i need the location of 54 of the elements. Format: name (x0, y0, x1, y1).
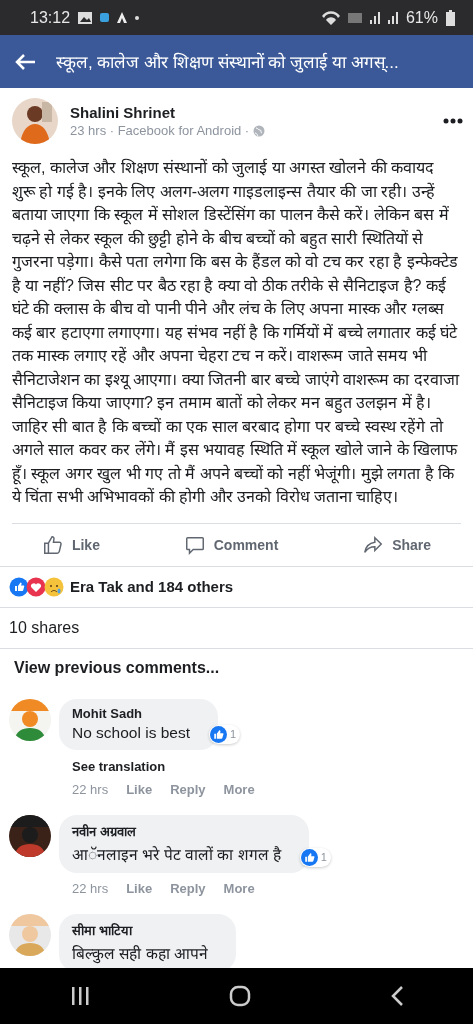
reaction-count: 1 (229, 728, 237, 740)
commenter-name[interactable]: नवीन अग्रवाल (72, 821, 281, 840)
page-title: स्कूल, कालेज और शिक्षण संस्थानों को जुलाई या अगस्... (56, 51, 399, 73)
battery-percentage: 61% (405, 8, 438, 27)
reactions-summary[interactable]: Era Tak and 184 others (70, 578, 234, 595)
comment-action-link[interactable]: Reply (170, 781, 206, 797)
app-logo-icon (117, 12, 128, 23)
clock: 13:12 (30, 8, 71, 27)
post-meta: 23 hrs · Facebook for Android · (70, 123, 250, 138)
more-options-icon[interactable] (443, 118, 463, 124)
commenter-name[interactable]: सीमा भाटिया (72, 920, 208, 939)
signal-icon (387, 11, 398, 24)
comment-button[interactable]: Comment (175, 529, 287, 560)
comment-text: No school is best (72, 723, 191, 742)
comment-action-link[interactable]: Like (126, 781, 153, 797)
recent-apps-icon[interactable] (69, 987, 90, 1005)
avatar (9, 814, 51, 857)
battery-icon (446, 9, 455, 26)
comment-action-link[interactable]: Like (126, 880, 153, 896)
bag-icon (100, 13, 110, 22)
commenter-name[interactable]: Mohit Sadh (72, 705, 191, 721)
avatar (9, 913, 51, 956)
home-icon[interactable] (228, 985, 251, 1007)
like-icon (300, 848, 318, 866)
avatar (12, 98, 58, 144)
back-arrow-icon[interactable] (14, 52, 36, 71)
reaction-badge[interactable]: 1 (299, 847, 331, 867)
back-icon[interactable] (389, 985, 404, 1007)
image-icon (78, 11, 93, 24)
author-name[interactable]: Shalini Shrinet (70, 104, 431, 121)
share-button[interactable]: Share (354, 529, 440, 560)
globe-icon (253, 124, 266, 137)
reaction-icons (9, 576, 65, 597)
comment-action-link[interactable]: Reply (170, 880, 206, 896)
dot-icon (135, 15, 140, 20)
post-text: स्कूल, कालेज और शिक्षण संस्थानों को जुलाई या अगस्त खोलने की कवायद शुरू हो गई है। इनके लिए अलग-अलग गाइडलाइन्स तैयार की जा रही। उन्हें बताया जाएगा कि स्कूल में सोशल डिस्टेंसिंग का पालन कैसे करें। लेकिन बस में चढ़ने से लेकर स्कूल की छुट्टी होने के बीच बच्चों को बहुत सारी स्थितियों से गुजरना पड़ेगा। कैसे पता लगेगा कि बस के हैंडल को वो टच कर रहा है इन्फेक्टेड है या नहीं? जिस सीट पर बैठ रहा है क्या वो ठीक तरीके से सैनिटाइज है? कई घंटे की क्लास के बीच वो पानी पीने और लंच के लिए अपना मास्क और ग्लब्स कई बार हटाएगा लगाएगा। यह संभव नहीं है कि गर्मियों में बच्चे लगातार कई घंटे तक मास्क लगाए रहें और अपना चेहरा टच न करें। वाशरूम जाते समय भी सैनिटाजेशन का इश्यू आएगा। क्या जितनी बार बच्चे जाएंगे वाशरूम का दरवाजा सैनिटाइज किया जाएगा? इन तमाम बातों को लेकर मन बहुत उलझन में है। जाहिर सी बात है कि बच्चों का एक साल बरबाद होगा पर बच्चे स्वस्थ रहेंगे तो अगले साल कवर कर लेंगे। मैं इस भयावह स्थिति में स्कूल खोले जाने के खिलाफ हूँ। स्कूल अगर खुल भी गए तो मैं अपने बच्चों को नहीं भेजूंगी। मुझे लगता है कि ये चिंता सभी अभिभावकों की होगी और उनको विरोध जताना चाहिए। (12, 157, 461, 507)
comment-text: बिल्कुल सही कहा आपने (72, 943, 208, 964)
reaction-badge[interactable]: 1 (208, 724, 241, 744)
thumbs-up-icon (41, 533, 64, 556)
comment-time: 22 hrs (72, 781, 109, 797)
wifi-icon (321, 10, 340, 25)
reaction-count: 1 (320, 851, 327, 863)
share-count[interactable]: 10 shares (9, 618, 80, 637)
avatar (9, 698, 51, 741)
comment-action-link[interactable]: More (223, 781, 255, 797)
like-button[interactable]: Like (33, 529, 108, 560)
comment-time: 22 hrs (72, 880, 109, 896)
like-icon (209, 725, 227, 743)
see-translation-link[interactable]: See translation (72, 758, 166, 774)
share-arrow-icon (362, 533, 385, 556)
view-previous-comments-link[interactable]: View previous comments... (0, 648, 473, 687)
comment-text: आॅनलाइन भरे पेट वालों का शगल है (72, 844, 281, 865)
signal-icon (369, 11, 380, 24)
comment-action-link[interactable]: More (223, 880, 255, 896)
